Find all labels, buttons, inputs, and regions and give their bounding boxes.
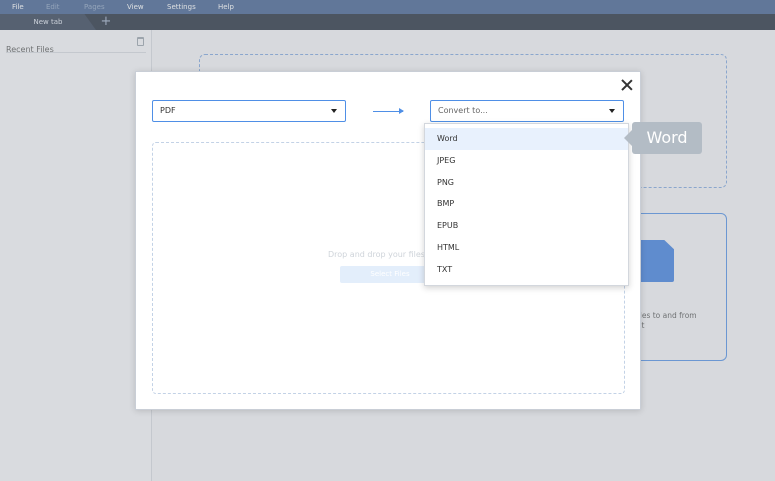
arrow-right-icon [373,108,404,114]
target-format-select[interactable]: Convert to... [430,100,624,122]
option-png[interactable]: PNG [425,172,628,194]
chevron-down-icon [609,109,615,113]
option-word[interactable]: Word [425,128,628,150]
option-epub[interactable]: EPUB [425,215,628,237]
format-dropdown: Word JPEG PNG BMP EPUB HTML TXT [424,123,629,286]
option-html[interactable]: HTML [425,237,628,259]
option-txt[interactable]: TXT [425,259,628,281]
close-icon[interactable] [620,78,634,92]
chevron-down-icon [331,109,337,113]
source-format-select[interactable]: PDF [152,100,346,122]
dropzone-hint: Drop and drop your files [328,250,425,259]
source-format-value: PDF [160,106,176,115]
target-format-placeholder: Convert to... [438,106,488,115]
tooltip-word: Word [624,122,702,154]
option-bmp[interactable]: BMP [425,193,628,215]
option-jpeg[interactable]: JPEG [425,150,628,172]
